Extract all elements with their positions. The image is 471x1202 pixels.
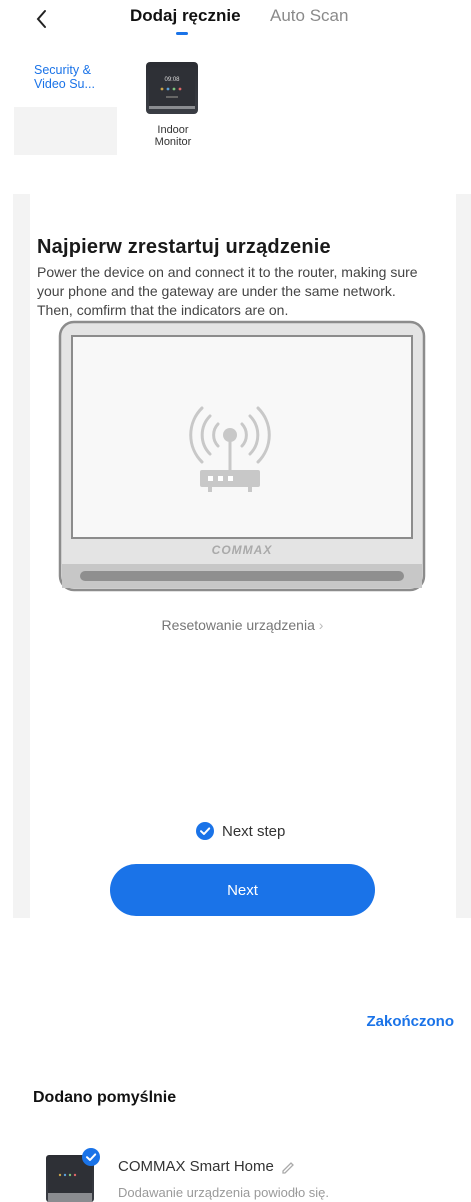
tab-active-indicator — [176, 32, 188, 35]
next-button[interactable]: Next — [110, 864, 375, 916]
tab-auto-scan[interactable]: Auto Scan — [270, 6, 348, 26]
category-sidebar-background — [14, 107, 117, 155]
edit-pencil-icon[interactable] — [280, 1159, 296, 1175]
device-name-row[interactable]: COMMAX Smart Home — [118, 1158, 296, 1175]
device-name: COMMAX Smart Home — [118, 1158, 274, 1175]
checkmark-circle-icon — [196, 822, 214, 840]
reset-device-link[interactable]: Resetowanie urządzenia › — [0, 617, 471, 633]
monitor-brand: COMMAX — [212, 543, 273, 557]
indoor-monitor-label: Indoor Monitor — [154, 124, 192, 148]
next-step-checkbox[interactable]: Next step — [196, 821, 285, 841]
card-right-gutter — [456, 194, 471, 918]
monitor-illustration: COMMAX — [58, 320, 426, 592]
indoor-monitor-thumbnail[interactable]: 09:08 — [146, 62, 198, 114]
chevron-left-icon — [36, 10, 46, 28]
indoor-monitor-icon: 09:08 — [149, 68, 195, 109]
card-left-gutter — [13, 194, 30, 918]
done-button[interactable]: Zakończono — [366, 1013, 454, 1030]
back-button[interactable] — [30, 6, 54, 32]
tab-manual-add[interactable]: Dodaj ręcznie — [130, 6, 241, 26]
instruction-description: Power the device on and connect it to th… — [37, 264, 418, 318]
category-item-security-video[interactable]: Security & Video Su... — [34, 63, 114, 91]
instruction-title: Najpierw zrestartuj urządzenie — [37, 236, 331, 258]
product-screen-time: 09:08 — [164, 77, 180, 83]
success-title: Dodano pomyślnie — [33, 1089, 177, 1106]
device-added-check-icon — [82, 1148, 100, 1166]
reset-device-label: Resetowanie urządzenia — [161, 617, 315, 633]
device-status: Dodawanie urządzenia powiodło się. — [118, 1185, 330, 1200]
next-step-label: Next step — [222, 822, 286, 840]
chevron-right-icon: › — [318, 617, 324, 633]
